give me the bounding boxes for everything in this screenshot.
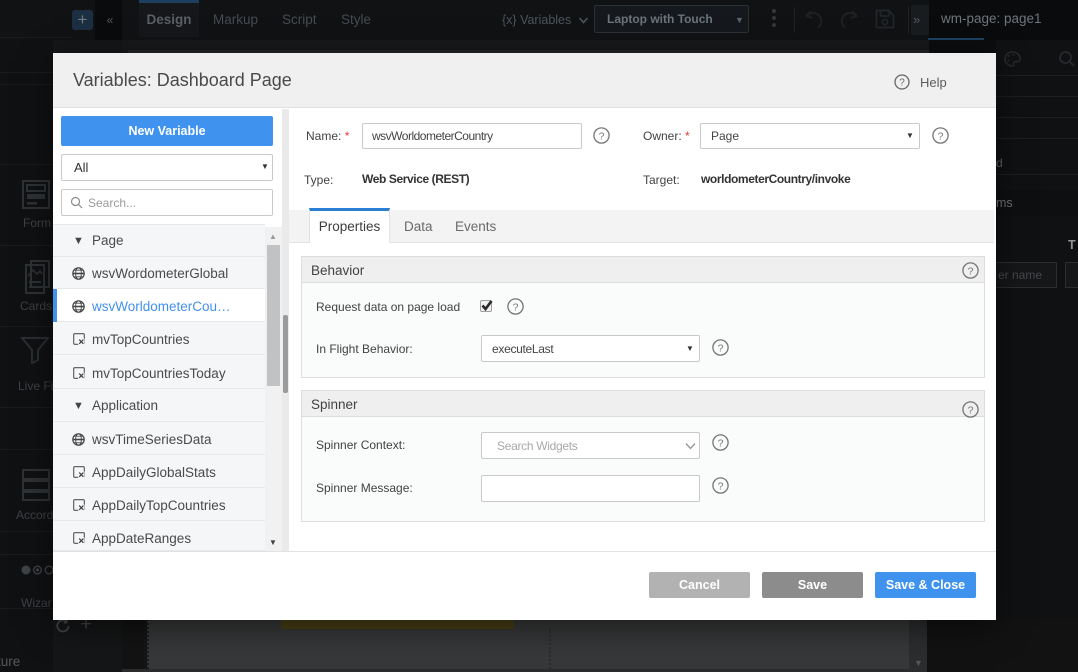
svg-text:?: ? <box>599 130 605 142</box>
svg-text:?: ? <box>513 301 519 313</box>
svg-text:?: ? <box>718 342 724 354</box>
svg-text:?: ? <box>968 404 974 416</box>
svg-text:?: ? <box>968 265 974 277</box>
svg-text:?: ? <box>718 480 724 492</box>
svg-text:?: ? <box>938 130 944 142</box>
svg-text:?: ? <box>899 78 905 89</box>
svg-text:?: ? <box>718 437 724 449</box>
